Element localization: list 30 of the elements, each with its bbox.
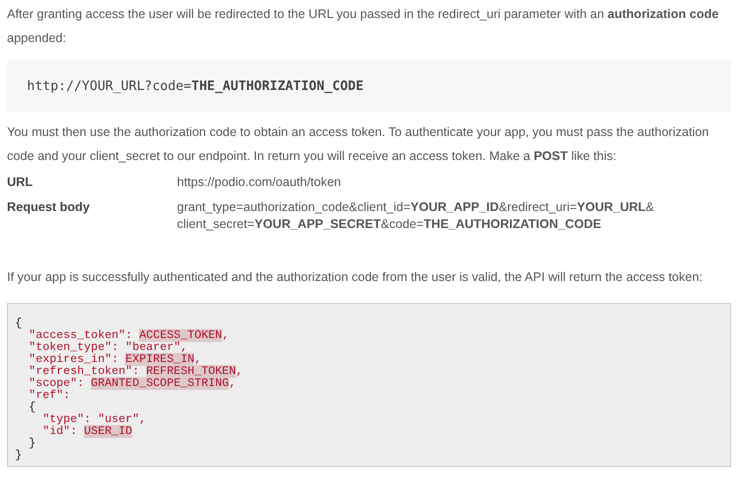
instructions-paragraph: You must then use the authorization code to obtain an access token. To authenticate your app, you must pass the authorization code and your client_secret to our endpoint. In return you will receive an access token. Make a POST like this: <box>7 124 710 165</box>
parameter-value: client_secret=YOUR_APP_SECRET&code=THE_AUTHORIZATION_CODE <box>177 216 602 233</box>
code-text: "ref": <box>28 389 70 402</box>
code-text: "token_type": "bearer", <box>28 341 188 354</box>
code-text: "type": "user", <box>42 413 146 426</box>
parameter-label: URL <box>7 174 34 191</box>
parameter-value: https://podio.com/oauth/token <box>177 174 341 191</box>
code-text: , <box>194 353 202 366</box>
code-text: "refresh_token": <box>28 365 140 378</box>
code-text: { <box>15 317 22 330</box>
parameter-label: Request body <box>7 199 91 216</box>
code-text: "id": <box>42 425 78 438</box>
code-text: } <box>15 449 22 462</box>
code-text: } <box>28 437 36 450</box>
parameter-value: grant_type=authorization_code&client_id=YOUR_APP_ID&redirect_uri=YOUR_URL& <box>177 199 654 216</box>
result-paragraph: If your app is successfully authenticated and the authorization code from the user is valid, the API will return the access token: <box>7 269 704 286</box>
code-text: , <box>222 329 229 342</box>
redirect-url-example: http://YOUR_URL?code=THE_AUTHORIZATION_CODE <box>27 78 364 94</box>
placeholder-value: GRANTED_SCOPE_STRING <box>90 377 229 390</box>
code-text: "access_token": <box>28 329 132 342</box>
placeholder-value: REFRESH_TOKEN <box>146 365 236 378</box>
code-text: , <box>228 377 236 390</box>
code-text: "expires_in": <box>28 353 119 366</box>
placeholder-value: ACCESS_TOKEN <box>139 329 222 342</box>
code-text: "scope": <box>28 377 86 390</box>
placeholder-value: USER_ID <box>84 425 132 438</box>
code-text: , <box>236 365 243 378</box>
code-text: { <box>28 401 36 414</box>
intro-paragraph: After granting access the user will be redirected to the URL you passed in the redirect_uri parameter with an authorization code appended: <box>7 6 720 47</box>
placeholder-value: EXPIRES_IN <box>125 353 194 366</box>
